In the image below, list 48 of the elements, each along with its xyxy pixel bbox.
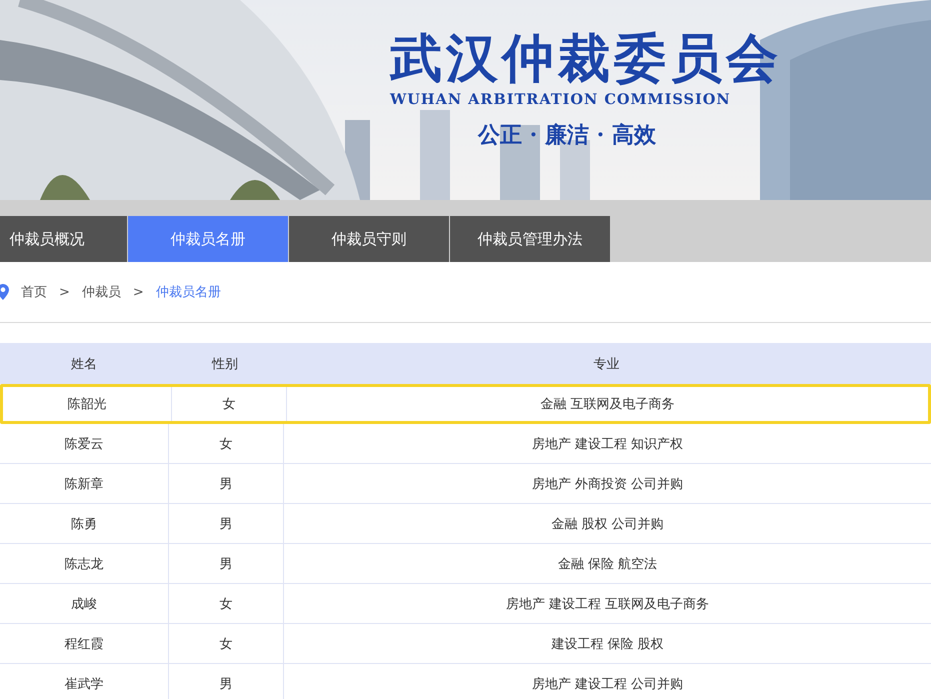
table-cell-text: 房地产 建设工程 知识产权 xyxy=(530,436,684,454)
table-cell: 陈爱云 xyxy=(0,424,169,463)
banner-motto: 公正 · 廉洁 · 高效 xyxy=(478,121,656,150)
table-cell: 男 xyxy=(169,544,284,583)
breadcrumb-separator: > xyxy=(59,284,70,300)
table-cell-text: 房地产 建设工程 公司并购 xyxy=(530,676,684,694)
nav-tab[interactable]: 仲裁员概况 xyxy=(0,216,127,262)
table-cell-text: 金融 保险 航空法 xyxy=(556,556,658,574)
table-cell: 陈韶光 xyxy=(3,387,172,421)
table-cell-text: 建设工程 保险 股权 xyxy=(550,636,665,654)
table-cell-text: 金融 股权 公司并购 xyxy=(550,516,665,534)
nav-tab[interactable]: 仲裁员名册 xyxy=(128,216,288,262)
table-cell: 男 xyxy=(169,504,284,543)
column-header: 性别 xyxy=(210,356,239,374)
breadcrumb-separator: > xyxy=(132,284,144,300)
table-cell: 女 xyxy=(169,584,284,623)
table-cell: 陈新章 xyxy=(0,464,169,503)
banner-title: 武汉仲裁委员会 xyxy=(390,28,782,90)
table-cell: 男 xyxy=(169,464,284,503)
table-cell: 女 xyxy=(169,624,284,663)
breadcrumb-link[interactable]: 首页 xyxy=(21,283,47,301)
table-cell: 崔武学 xyxy=(0,664,169,699)
column-header: 专业 xyxy=(592,356,620,374)
nav-tab[interactable]: 仲裁员守则 xyxy=(289,216,449,262)
table-cell: 成峻 xyxy=(0,584,169,623)
nav-tab[interactable]: 仲裁员管理办法 xyxy=(450,216,610,262)
table-row[interactable]: 陈勇 男 金融 股权 公司并购 xyxy=(0,504,931,544)
table-cell: 程红霞 xyxy=(0,624,169,663)
table-row[interactable]: 陈韶光 女 金融 互联网及电子商务 xyxy=(0,384,931,424)
table-cell-text: 房地产 外商投资 公司并购 xyxy=(530,476,684,494)
table-cell: 男 xyxy=(169,664,284,699)
table-cell: 女 xyxy=(172,387,287,421)
column-header: 姓名 xyxy=(70,356,98,374)
table-cell: 陈勇 xyxy=(0,504,169,543)
banner-subtitle: WUHAN ARBITRATION COMMISSION xyxy=(390,90,731,110)
table-row[interactable]: 陈新章 男 房地产 外商投资 公司并购 xyxy=(0,464,931,504)
breadcrumb-link[interactable]: 仲裁员名册 xyxy=(156,283,221,301)
table-cell: 陈志龙 xyxy=(0,544,169,583)
table-cell: 女 xyxy=(169,424,284,463)
table-row[interactable]: 程红霞 女 建设工程 保险 股权 xyxy=(0,624,931,664)
table-cell-text: 房地产 建设工程 互联网及电子商务 xyxy=(504,596,710,614)
table-row[interactable]: 陈爱云 女 房地产 建设工程 知识产权 xyxy=(0,424,931,464)
table-row[interactable]: 成峻 女 房地产 建设工程 互联网及电子商务 xyxy=(0,584,931,624)
breadcrumb-link[interactable]: 仲裁员 xyxy=(82,283,121,301)
table-row[interactable]: 陈志龙 男 金融 保险 航空法 xyxy=(0,544,931,584)
location-pin-icon xyxy=(0,284,9,300)
table-row[interactable]: 崔武学 男 房地产 建设工程 公司并购 xyxy=(0,664,931,699)
table-cell-text: 金融 互联网及电子商务 xyxy=(539,396,676,414)
